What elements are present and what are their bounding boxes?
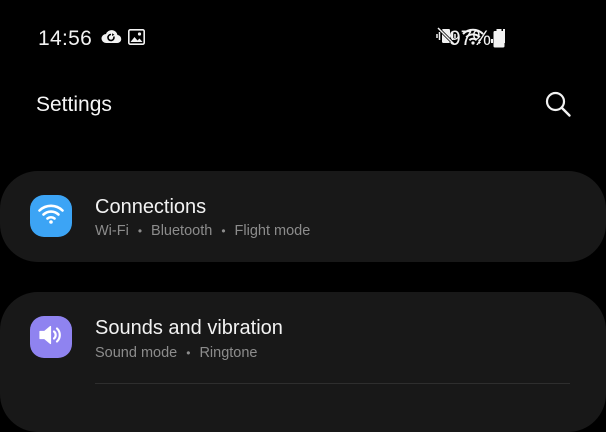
cloud-sync-icon: [100, 29, 122, 50]
status-bar: 14:56 97%: [0, 0, 606, 80]
subtitle-flight-mode: Flight mode: [234, 223, 311, 239]
connections-title: Connections: [95, 196, 207, 218]
search-button[interactable]: [542, 90, 574, 122]
settings-item-connections[interactable]: Connections Wi-Fi • Bluetooth • Flight m…: [0, 171, 606, 262]
subtitle-wifi: Wi-Fi: [95, 223, 129, 239]
sounds-subtitle: Sound mode • Ringtone: [95, 345, 257, 361]
item-divider: [95, 383, 570, 384]
battery-percent: 97%: [449, 27, 492, 50]
wifi-icon: [38, 203, 64, 230]
search-icon: [544, 90, 572, 123]
subtitle-bluetooth: Bluetooth: [151, 223, 213, 239]
subtitle-ringtone: Ringtone: [199, 345, 258, 361]
separator-dot: •: [221, 224, 226, 238]
page-title: Settings: [36, 93, 112, 116]
sounds-icon-badge: [30, 316, 72, 358]
battery-icon: [493, 29, 505, 53]
connections-subtitle: Wi-Fi • Bluetooth • Flight mode: [95, 223, 310, 239]
sounds-title: Sounds and vibration: [95, 317, 283, 339]
image-icon: [128, 29, 145, 50]
subtitle-sound-mode: Sound mode: [95, 345, 178, 361]
status-time: 14:56: [38, 27, 93, 50]
connections-icon-badge: [30, 195, 72, 237]
separator-dot: •: [186, 346, 191, 360]
status-left-icons: [100, 29, 145, 50]
separator-dot: •: [137, 224, 143, 238]
speaker-icon: [38, 324, 64, 351]
settings-item-sounds-and-vibration[interactable]: Sounds and vibration Sound mode • Ringto…: [0, 292, 606, 432]
